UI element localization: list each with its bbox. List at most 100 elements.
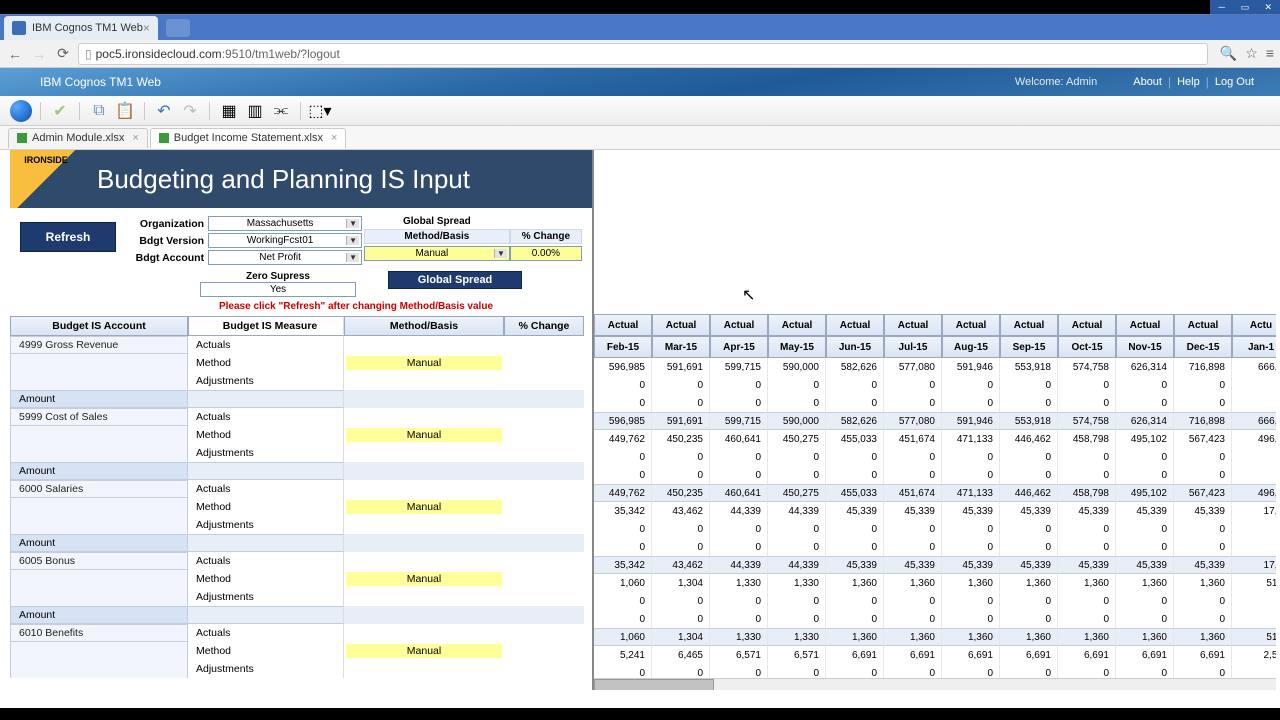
data-cell[interactable]: 450,275 <box>768 430 826 448</box>
data-cell[interactable]: 1,360 <box>1116 574 1174 592</box>
data-cell[interactable]: 582,626 <box>826 358 884 376</box>
data-cell[interactable]: 0 <box>1174 538 1232 556</box>
data-cell[interactable]: 17,2 <box>1232 556 1276 574</box>
data-cell[interactable]: 0 <box>942 466 1000 484</box>
data-cell[interactable]: 591,946 <box>942 412 1000 430</box>
data-cell[interactable]: 6,691 <box>1058 646 1116 664</box>
data-cell[interactable]: 1,360 <box>1174 628 1232 646</box>
data-cell[interactable]: 0 <box>652 610 710 628</box>
data-cell[interactable]: 1,360 <box>1000 574 1058 592</box>
data-cell[interactable]: 1,360 <box>1000 628 1058 646</box>
data-cell[interactable]: 2,57 <box>1232 646 1276 664</box>
data-cell[interactable]: 590,000 <box>768 358 826 376</box>
back-button[interactable]: ← <box>6 45 24 63</box>
data-cell[interactable]: 5,241 <box>594 646 652 664</box>
data-cell[interactable]: 0 <box>1174 610 1232 628</box>
data-cell[interactable]: 6,465 <box>652 646 710 664</box>
data-cell[interactable]: 446,462 <box>1000 430 1058 448</box>
data-cell[interactable]: 0 <box>768 376 826 394</box>
data-cell[interactable]: 1,360 <box>1058 628 1116 646</box>
data-cell[interactable]: 0 <box>826 520 884 538</box>
data-cell[interactable]: 553,918 <box>1000 358 1058 376</box>
account-name[interactable]: 4999 Gross Revenue <box>10 336 188 354</box>
rebuild-button[interactable]: ▥ <box>244 100 266 122</box>
data-cell[interactable]: 0 <box>1116 376 1174 394</box>
data-cell[interactable]: 666,0 <box>1232 412 1276 430</box>
data-cell[interactable]: 0 <box>710 610 768 628</box>
account-name[interactable]: 6005 Bonus <box>10 552 188 570</box>
data-cell[interactable]: 449,762 <box>594 430 652 448</box>
browser-tab[interactable]: IBM Cognos TM1 Web × <box>4 16 158 40</box>
data-cell[interactable]: 1,360 <box>1058 574 1116 592</box>
data-cell[interactable]: 496,4 <box>1232 430 1276 448</box>
about-link[interactable]: About <box>1133 76 1162 88</box>
data-cell[interactable]: 0 <box>1058 448 1116 466</box>
data-cell[interactable]: 0 <box>1000 520 1058 538</box>
data-cell[interactable]: 666,0 <box>1232 358 1276 376</box>
account-name[interactable]: 5999 Cost of Sales <box>10 408 188 426</box>
data-cell[interactable]: 591,691 <box>652 412 710 430</box>
data-cell[interactable]: 567,423 <box>1174 430 1232 448</box>
maximize-button[interactable]: ▭ <box>1233 0 1256 14</box>
global-spread-button[interactable]: Global Spread <box>388 271 522 289</box>
data-cell[interactable]: 6,691 <box>1174 646 1232 664</box>
data-cell[interactable]: 0 <box>768 538 826 556</box>
method-select[interactable]: Manual <box>364 246 510 261</box>
data-cell[interactable]: 6,691 <box>1116 646 1174 664</box>
data-cell[interactable]: 450,235 <box>652 430 710 448</box>
data-cell[interactable]: 6,571 <box>710 646 768 664</box>
data-cell[interactable]: 596,985 <box>594 358 652 376</box>
action-menu-button[interactable] <box>10 100 32 122</box>
data-cell[interactable]: 446,462 <box>1000 484 1058 502</box>
data-cell[interactable]: 0 <box>884 394 942 412</box>
data-cell[interactable]: 45,339 <box>826 556 884 574</box>
data-cell[interactable]: 0 <box>1000 466 1058 484</box>
data-cell[interactable]: 0 <box>826 466 884 484</box>
account-name[interactable]: 6010 Benefits <box>10 624 188 642</box>
data-cell[interactable]: 449,762 <box>594 484 652 502</box>
data-cell[interactable]: 0 <box>1000 538 1058 556</box>
data-cell[interactable]: 496,4 <box>1232 484 1276 502</box>
data-cell[interactable]: 0 <box>594 520 652 538</box>
data-cell[interactable]: 1,360 <box>942 574 1000 592</box>
workbook-tab-budget[interactable]: Budget Income Statement.xlsx × <box>150 128 347 148</box>
org-select[interactable]: Massachusetts <box>208 216 362 231</box>
data-cell[interactable]: 0 <box>594 592 652 610</box>
data-cell[interactable]: 471,133 <box>942 430 1000 448</box>
data-cell[interactable]: 590,000 <box>768 412 826 430</box>
data-cell[interactable]: 0 <box>942 376 1000 394</box>
data-cell[interactable]: 0 <box>884 592 942 610</box>
data-cell[interactable]: 1,360 <box>1174 574 1232 592</box>
data-cell[interactable]: 0 <box>1116 610 1174 628</box>
data-cell[interactable]: 0 <box>1232 538 1276 556</box>
url-input[interactable]: ▯ poc5.ironsidecloud.com :9510/tm1web/?l… <box>78 43 1208 65</box>
data-cell[interactable]: 0 <box>1174 466 1232 484</box>
data-cell[interactable]: 0 <box>1000 376 1058 394</box>
recalc-button[interactable]: ▦ <box>218 100 240 122</box>
data-cell[interactable]: 455,033 <box>826 484 884 502</box>
data-cell[interactable]: 0 <box>1058 394 1116 412</box>
data-cell[interactable]: 495,102 <box>1116 430 1174 448</box>
data-cell[interactable]: 574,758 <box>1058 412 1116 430</box>
data-cell[interactable]: 0 <box>942 610 1000 628</box>
data-cell[interactable]: 1,304 <box>652 574 710 592</box>
tab-close-icon[interactable]: × <box>132 132 138 144</box>
data-cell[interactable]: 0 <box>1232 376 1276 394</box>
copy-button[interactable]: ⧉ <box>88 100 110 122</box>
zero-suppress-value[interactable]: Yes <box>200 282 356 297</box>
close-button[interactable]: ✕ <box>1257 0 1280 14</box>
data-cell[interactable]: 0 <box>652 520 710 538</box>
data-cell[interactable]: 0 <box>1116 466 1174 484</box>
data-cell[interactable]: 0 <box>652 538 710 556</box>
data-cell[interactable]: 6,691 <box>942 646 1000 664</box>
data-cell[interactable]: 44,339 <box>768 502 826 520</box>
data-cell[interactable]: 1,360 <box>1116 628 1174 646</box>
tab-close-icon[interactable]: × <box>143 21 150 35</box>
data-cell[interactable]: 1,330 <box>710 574 768 592</box>
data-cell[interactable]: 0 <box>652 592 710 610</box>
data-cell[interactable]: 458,798 <box>1058 430 1116 448</box>
data-cell[interactable]: 0 <box>768 610 826 628</box>
data-cell[interactable]: 0 <box>1000 394 1058 412</box>
data-cell[interactable]: 0 <box>1174 592 1232 610</box>
data-cell[interactable]: 0 <box>1116 394 1174 412</box>
